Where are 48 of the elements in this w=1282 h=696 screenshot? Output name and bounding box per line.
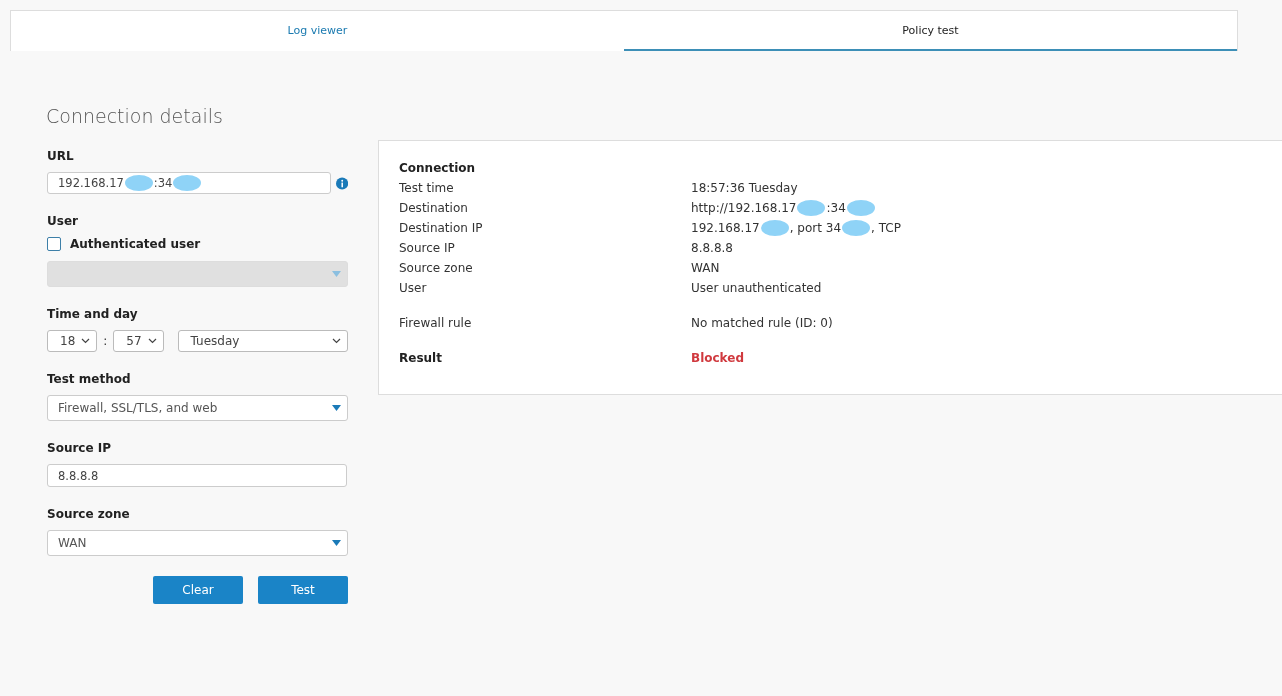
field-label: Source IP: [47, 441, 113, 455]
value-text: http://192.168.17: [691, 201, 797, 215]
field-label: Time and day: [47, 307, 139, 321]
checkbox-label: Authenticated user: [70, 237, 201, 251]
action-button[interactable]: Clear: [153, 576, 243, 604]
row-label: User: [399, 281, 428, 295]
row-label: Destination IP: [399, 221, 484, 235]
value-text: 192.168.17: [691, 221, 760, 235]
chevron-icon: [147, 338, 157, 344]
value-text: , TCP: [871, 221, 901, 235]
value-text: 192.168.17: [58, 176, 124, 190]
value-text: 18:57:36 Tuesday: [691, 181, 798, 195]
value-text: No matched rule (ID: 0): [691, 316, 833, 330]
hour-dropdown[interactable]: 18: [47, 330, 98, 352]
value-text: WAN: [691, 261, 720, 275]
chevron-icon: [81, 338, 91, 344]
source-ip-field[interactable]: 8.8.8.8: [47, 464, 347, 487]
row-label: Firewall rule: [399, 316, 473, 330]
checkbox[interactable]: [47, 237, 61, 251]
action-button[interactable]: Test: [258, 576, 348, 604]
info-icon[interactable]: [335, 176, 348, 190]
row-label: Test time: [399, 181, 455, 195]
row-label: Source IP: [399, 241, 456, 255]
caret-icon: [332, 405, 341, 411]
value-text: , port 34: [789, 221, 842, 235]
value-text: User unauthenticated: [691, 281, 822, 295]
url-field[interactable]: 192.168.17 :34: [47, 172, 331, 194]
caret-icon: [332, 271, 341, 277]
field-label: Test method: [47, 372, 132, 386]
field-label: Source zone: [47, 507, 131, 521]
section-title: Connection details: [46, 105, 224, 127]
value-text: :34: [153, 176, 173, 190]
row-label: Destination: [399, 201, 469, 215]
minute-dropdown[interactable]: 57: [113, 330, 164, 352]
value-text: Blocked: [691, 351, 744, 365]
day-dropdown[interactable]: Tuesday: [177, 330, 348, 352]
value-text: :34: [826, 201, 846, 215]
section-heading: Connection: [399, 161, 477, 175]
value-text: 8.8.8.8: [691, 241, 733, 255]
chevron-icon: [332, 338, 341, 344]
source-zone-dropdown[interactable]: WAN: [47, 530, 348, 556]
field-label: URL: [47, 149, 75, 163]
time-separator: :: [103, 334, 108, 348]
row-label: Result: [399, 351, 443, 365]
row-label: Source zone: [399, 261, 474, 275]
test-method-dropdown[interactable]: Firewall, SSL/TLS, and web: [47, 395, 348, 421]
caret-icon: [332, 540, 341, 546]
field-label: User: [47, 214, 79, 228]
